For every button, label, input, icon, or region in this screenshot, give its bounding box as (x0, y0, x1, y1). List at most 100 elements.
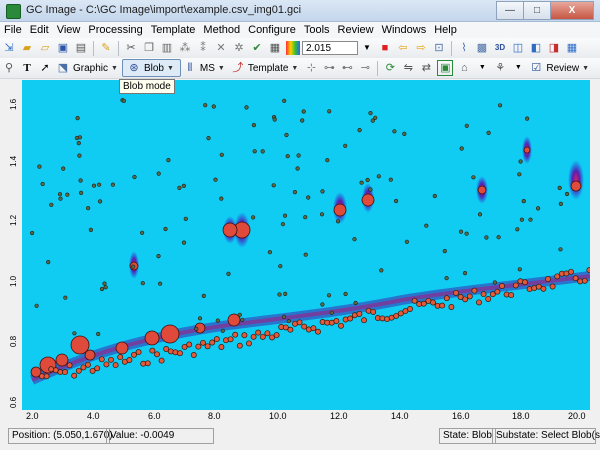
blob-marker[interactable] (103, 285, 108, 290)
blob-marker[interactable] (163, 226, 168, 232)
blob-marker[interactable] (485, 296, 492, 302)
blob-marker[interactable] (333, 318, 340, 324)
blob-marker[interactable] (61, 166, 66, 171)
blob-marker[interactable] (581, 277, 588, 284)
blob-peak[interactable] (523, 146, 531, 154)
template-label[interactable]: Template (248, 63, 289, 74)
blob-marker[interactable] (572, 275, 579, 282)
text-tool-icon[interactable]: T (20, 61, 34, 75)
blob-marker[interactable] (521, 198, 526, 204)
tool-e-icon[interactable]: ⇋ (401, 61, 415, 75)
blob-marker[interactable] (218, 344, 225, 350)
blob-marker[interactable] (430, 299, 436, 306)
blob-marker[interactable] (75, 367, 82, 374)
ms-label[interactable]: MS (200, 63, 215, 74)
open-folder-icon[interactable]: ▰ (20, 41, 34, 55)
blob-marker[interactable] (46, 260, 51, 265)
blob-peak[interactable] (84, 349, 96, 361)
blob-marker[interactable] (496, 235, 501, 240)
blob-marker[interactable] (404, 239, 410, 244)
template-dropdown-icon[interactable]: ▼ (291, 65, 298, 72)
blob-marker[interactable] (508, 292, 515, 299)
blob-marker[interactable] (282, 213, 288, 218)
blob-marker[interactable] (343, 143, 348, 148)
blob-marker[interactable] (219, 152, 224, 157)
blob-marker[interactable] (144, 360, 151, 367)
blob-marker[interactable] (227, 336, 234, 343)
blob-marker[interactable] (264, 330, 271, 337)
blob-marker[interactable] (280, 222, 286, 227)
zoom-value-field[interactable]: 2.015 (302, 41, 358, 55)
blob-marker[interactable] (319, 212, 325, 217)
blob-marker[interactable] (301, 109, 306, 114)
blob-marker[interactable] (359, 180, 364, 185)
blob-marker[interactable] (283, 291, 288, 296)
tool-g-dropdown-icon[interactable]: ▼ (475, 61, 489, 75)
refresh-icon[interactable]: ⟳ (383, 61, 397, 75)
blob-marker[interactable] (58, 196, 63, 201)
blob-marker[interactable] (338, 322, 344, 329)
blob-marker[interactable] (411, 297, 418, 304)
blob-marker[interactable] (130, 264, 136, 269)
blob-marker[interactable] (315, 328, 321, 335)
blob-marker[interactable] (156, 171, 161, 176)
template-icon[interactable]: ⤴ (231, 61, 245, 75)
blob-marker[interactable] (211, 104, 216, 109)
blob-marker[interactable] (241, 332, 248, 339)
paste-icon[interactable]: ▥ (160, 41, 174, 55)
blob-marker[interactable] (287, 326, 294, 333)
review-dropdown-icon[interactable]: ▼ (582, 65, 589, 72)
blob-marker[interactable] (177, 350, 183, 357)
blob-peak[interactable] (115, 341, 129, 355)
print-icon[interactable]: ▤ (74, 41, 88, 55)
blob-marker[interactable] (558, 201, 564, 206)
blob-peak[interactable] (160, 324, 180, 344)
blob-marker[interactable] (66, 362, 73, 369)
blob-marker[interactable] (353, 300, 358, 306)
blob-marker[interactable] (236, 342, 243, 349)
blob-marker[interactable] (259, 333, 266, 340)
ms-dropdown-icon[interactable]: ▼ (218, 65, 225, 72)
blob-marker[interactable] (494, 288, 501, 295)
blob-marker[interactable] (98, 356, 105, 363)
save-icon[interactable]: ▣ (56, 41, 70, 55)
blob-marker[interactable] (213, 336, 220, 343)
tool-d-icon[interactable]: ⊸ (358, 61, 372, 75)
blob-peak[interactable] (222, 222, 238, 238)
blob-marker[interactable] (442, 249, 447, 254)
blob-marker[interactable] (91, 183, 97, 188)
blob-marker[interactable] (368, 187, 373, 192)
blob-marker[interactable] (476, 299, 482, 306)
open-file-icon[interactable]: ▱ (38, 41, 52, 55)
blob-marker[interactable] (251, 122, 256, 128)
chart-icon[interactable]: ⌇ (457, 41, 471, 55)
blob-marker[interactable] (149, 347, 156, 354)
blob-marker[interactable] (34, 303, 39, 308)
blob-marker[interactable] (448, 304, 455, 310)
blob-marker[interactable] (200, 339, 206, 346)
blob-marker[interactable] (244, 105, 249, 110)
blob-marker[interactable] (394, 198, 399, 204)
blob-marker[interactable] (121, 98, 126, 103)
blob-marker[interactable] (96, 182, 102, 187)
blob-marker[interactable] (282, 314, 287, 319)
blob-marker[interactable] (327, 109, 332, 114)
blob-marker[interactable] (197, 316, 203, 321)
blob-marker[interactable] (246, 340, 252, 347)
menu-view[interactable]: View (53, 22, 85, 38)
blob-marker[interactable] (74, 135, 80, 141)
blob-marker[interactable] (97, 199, 103, 204)
tool-h-dropdown-icon[interactable]: ▼ (511, 61, 525, 75)
blob-marker[interactable] (282, 98, 287, 103)
tool-a-icon[interactable]: ⊹ (304, 61, 318, 75)
ms-icon[interactable]: ⫴ (183, 61, 197, 75)
window-blue-icon[interactable]: ◫ (511, 41, 525, 55)
blob-marker[interactable] (295, 166, 300, 171)
blob-marker[interactable] (379, 268, 384, 273)
blob-marker[interactable] (286, 319, 291, 324)
blob-marker[interactable] (292, 189, 298, 195)
minimize-button[interactable]: — (496, 1, 524, 20)
blob-marker[interactable] (43, 373, 50, 380)
blob-marker[interactable] (85, 361, 91, 368)
blob-marker[interactable] (183, 216, 188, 221)
